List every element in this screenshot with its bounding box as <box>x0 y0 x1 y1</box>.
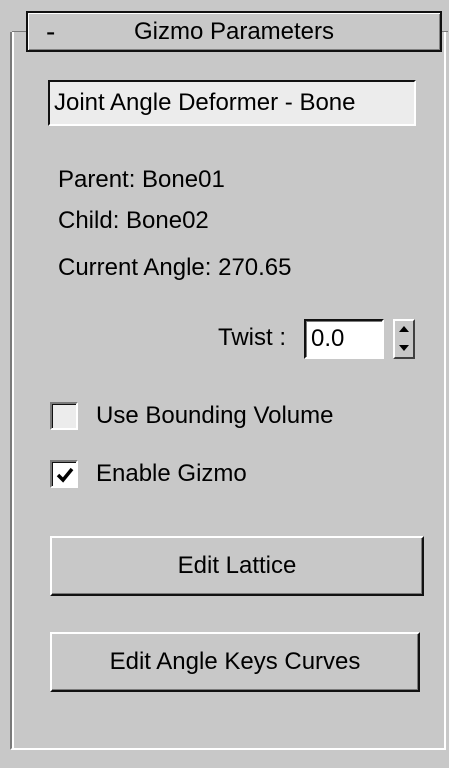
rollout-header[interactable]: - Gizmo Parameters <box>26 11 442 52</box>
edit-lattice-button[interactable]: Edit Lattice <box>50 536 424 596</box>
current-angle-label: Current Angle: 270.65 <box>58 254 292 281</box>
use-bounding-volume-label[interactable]: Use Bounding Volume <box>96 401 334 431</box>
use-bounding-volume-checkbox[interactable] <box>50 402 78 430</box>
deformer-name-field[interactable] <box>48 80 416 126</box>
twist-input[interactable] <box>304 319 384 359</box>
frame-highlight <box>12 32 14 748</box>
edit-angle-keys-curves-button[interactable]: Edit Angle Keys Curves <box>50 632 420 692</box>
spinner-down-arrow-icon[interactable] <box>397 340 411 356</box>
child-label: Child: Bone02 <box>58 207 209 234</box>
parent-label: Parent: Bone01 <box>58 166 225 193</box>
twist-label: Twist : <box>218 324 287 351</box>
checkmark-icon <box>56 467 74 483</box>
spinner-up-arrow-icon[interactable] <box>397 322 411 338</box>
rollout-title: Gizmo Parameters <box>133 17 335 45</box>
enable-gizmo-checkbox[interactable] <box>50 460 78 488</box>
spinner-up-down-icon[interactable] <box>393 319 415 359</box>
enable-gizmo-label[interactable]: Enable Gizmo <box>96 459 247 489</box>
